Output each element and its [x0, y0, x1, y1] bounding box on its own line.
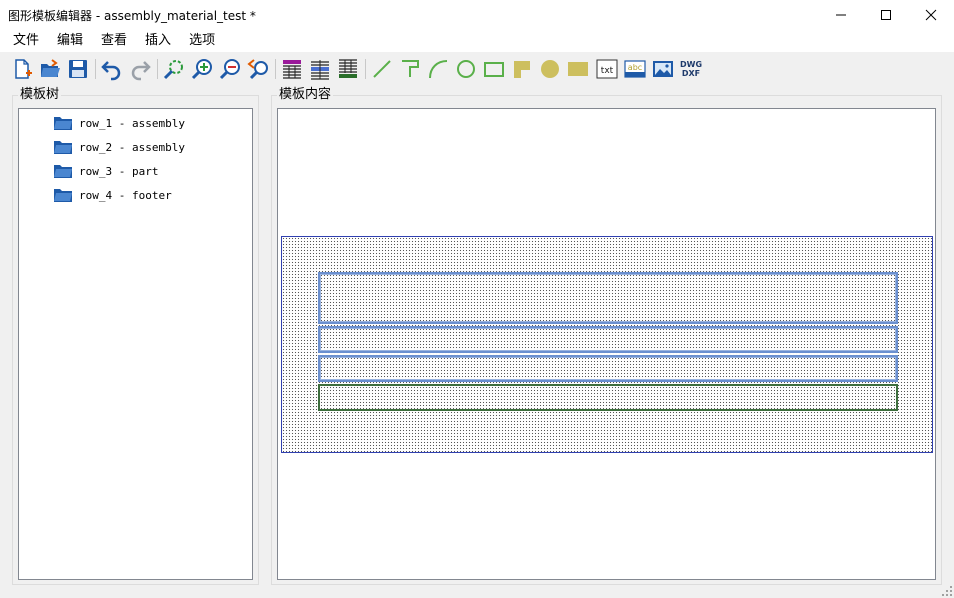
filled-rectangle-tool-button[interactable] — [566, 57, 590, 81]
arc-tool-button[interactable] — [426, 57, 450, 81]
menu-file[interactable]: 文件 — [4, 30, 48, 52]
resize-grip-icon[interactable] — [942, 586, 952, 596]
new-file-button[interactable] — [10, 57, 34, 81]
toolbar: txt abc DWG DXF — [0, 52, 954, 86]
menu-view[interactable]: 查看 — [92, 30, 136, 52]
redo-button[interactable] — [128, 57, 152, 81]
menu-insert[interactable]: 插入 — [136, 30, 180, 52]
row-1-assembly-box[interactable] — [318, 272, 898, 324]
undo-button[interactable] — [100, 57, 124, 81]
toolbar-separator — [157, 59, 158, 79]
dwg-dxf-import-button[interactable]: DWG DXF — [679, 57, 703, 81]
undo-icon — [101, 61, 121, 81]
tree-item-label: row_2 - assembly — [79, 140, 185, 154]
menu-options[interactable]: 选项 — [180, 30, 224, 52]
zoom-out-button[interactable] — [218, 57, 242, 81]
folder-icon — [54, 165, 72, 178]
dxf-label: DXF — [681, 69, 701, 78]
image-tool-button[interactable] — [651, 57, 675, 81]
rectangle-icon — [484, 62, 504, 77]
table-button-3[interactable] — [336, 57, 360, 81]
line-tool-button[interactable] — [370, 57, 394, 81]
save-button[interactable] — [66, 57, 90, 81]
template-tree-title: 模板树 — [18, 87, 62, 102]
template-block[interactable] — [281, 236, 933, 453]
menu-bar: 文件 编辑 查看 插入 选项 — [0, 30, 954, 52]
arc-icon — [429, 60, 448, 79]
row-2-assembly-box[interactable] — [318, 326, 898, 353]
title-bar: 图形模板编辑器 - assembly_material_test * — [0, 0, 954, 30]
circle-tool-button[interactable] — [454, 57, 478, 81]
text-icon: txt — [596, 59, 618, 79]
menu-edit[interactable]: 编辑 — [48, 30, 92, 52]
filled-circle-tool-button[interactable] — [538, 57, 562, 81]
open-button[interactable] — [38, 57, 62, 81]
label-text-tool-button[interactable]: abc — [623, 57, 647, 81]
table-icon-1 — [283, 60, 301, 79]
rectangle-tool-button[interactable] — [482, 57, 506, 81]
toolbar-separator — [365, 59, 366, 79]
text-tool-button[interactable]: txt — [595, 57, 619, 81]
circle-icon — [457, 60, 475, 78]
folder-icon — [54, 117, 72, 130]
filled-rectangle-icon — [568, 62, 588, 76]
label-text-icon: abc — [624, 60, 646, 78]
template-content-title: 模板内容 — [277, 87, 334, 102]
zoom-previous-button[interactable] — [246, 57, 270, 81]
table-button-1[interactable] — [280, 57, 304, 81]
polyline-tool-button[interactable] — [398, 57, 422, 81]
image-icon — [653, 61, 673, 77]
tree-item-label: row_1 - assembly — [79, 116, 185, 130]
template-canvas[interactable] — [277, 108, 936, 580]
minimize-button[interactable] — [818, 0, 864, 30]
txt-label: txt — [601, 66, 614, 76]
zoom-in-icon — [191, 59, 212, 80]
zoom-fit-icon — [163, 60, 183, 80]
close-button[interactable] — [908, 0, 954, 30]
tree-item-row-4[interactable]: row_4 - footer — [53, 186, 172, 204]
row-3-part-box[interactable] — [318, 355, 898, 382]
abc-label: abc — [628, 63, 642, 72]
tree-item-label: row_4 - footer — [79, 188, 172, 202]
tree-item-row-2[interactable]: row_2 - assembly — [53, 138, 185, 156]
table-icon-2 — [311, 60, 329, 80]
folder-icon — [54, 189, 72, 202]
new-file-icon — [15, 59, 32, 79]
table-icon-3 — [339, 59, 357, 78]
folder-icon — [54, 141, 72, 154]
tree-item-row-3[interactable]: row_3 - part — [53, 162, 158, 180]
zoom-in-button[interactable] — [190, 57, 214, 81]
template-tree[interactable]: row_1 - assembly row_2 - assembly row_3 … — [18, 108, 253, 580]
open-folder-icon — [41, 59, 60, 77]
maximize-icon — [881, 10, 891, 20]
minimize-icon — [836, 14, 846, 16]
filled-polygon-icon — [514, 61, 530, 78]
zoom-previous-icon — [247, 59, 268, 80]
line-icon — [373, 60, 391, 78]
window-title: 图形模板编辑器 - assembly_material_test * — [8, 9, 256, 23]
row-4-footer-box[interactable] — [318, 384, 898, 411]
save-icon — [69, 60, 87, 78]
dwg-label: DWG — [679, 60, 703, 69]
tree-item-label: row_3 - part — [79, 164, 159, 178]
zoom-out-icon — [219, 59, 240, 80]
table-button-2[interactable] — [308, 57, 332, 81]
maximize-button[interactable] — [863, 0, 909, 30]
polyline-icon — [402, 60, 419, 77]
zoom-fit-button[interactable] — [162, 57, 186, 81]
dwg-dxf-icon: DWG DXF — [680, 60, 702, 78]
app-window: 图形模板编辑器 - assembly_material_test * 文件 编辑… — [0, 0, 954, 598]
tree-item-row-1[interactable]: row_1 - assembly — [53, 114, 185, 132]
filled-polygon-tool-button[interactable] — [510, 57, 534, 81]
toolbar-separator — [95, 59, 96, 79]
redo-icon — [131, 61, 151, 81]
toolbar-separator — [275, 59, 276, 79]
filled-circle-icon — [541, 60, 559, 78]
close-icon — [925, 9, 937, 21]
